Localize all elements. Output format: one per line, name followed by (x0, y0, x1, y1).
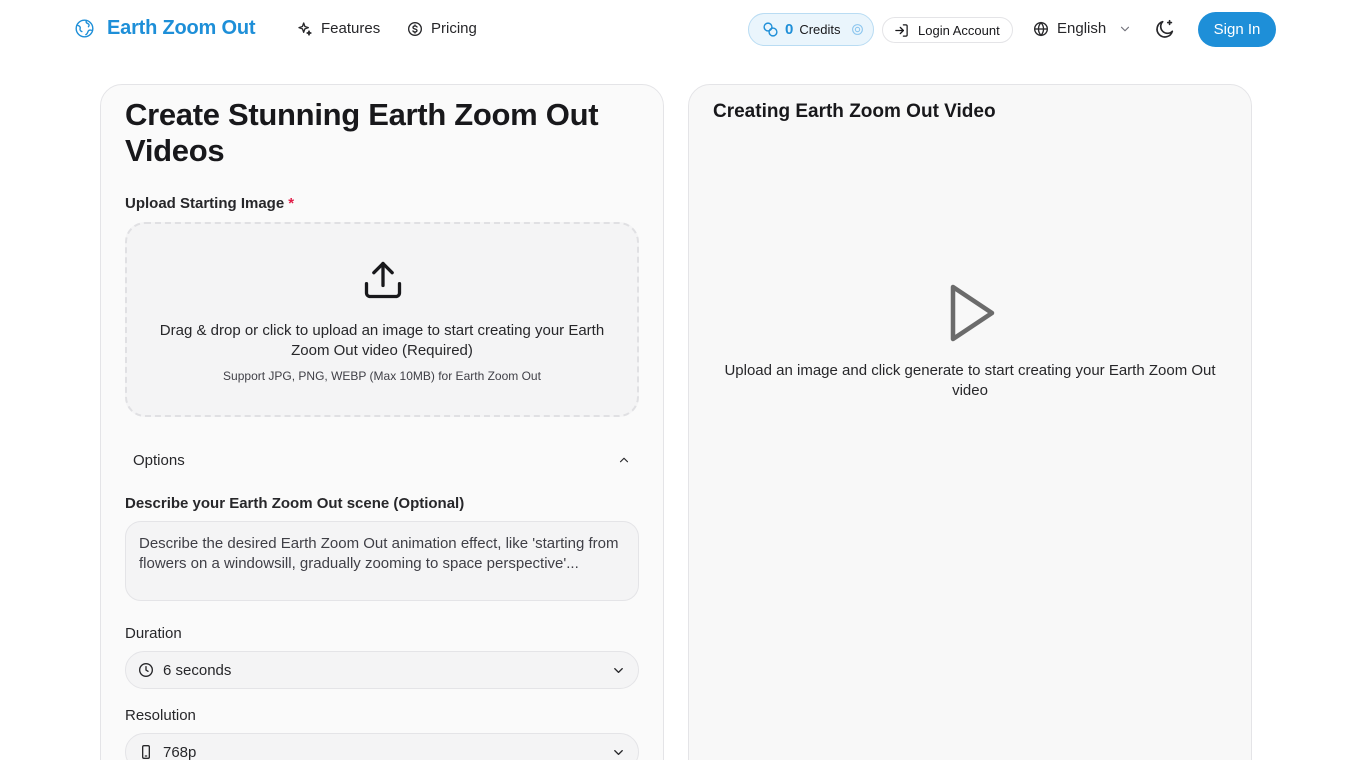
nav-features-label: Features (321, 20, 381, 37)
resolution-label: Resolution (125, 707, 196, 724)
login-account-button[interactable]: Login Account (882, 17, 1013, 43)
chevron-up-icon (619, 457, 629, 463)
resolution-value: 768p (163, 743, 197, 760)
login-icon (895, 23, 908, 37)
chevron-down-icon (1121, 26, 1130, 31)
language-label: English (1057, 20, 1107, 37)
language-selector[interactable]: English (1033, 20, 1132, 37)
create-panel: Create Stunning Earth Zoom Out Videos Up… (100, 84, 664, 760)
nav-pricing-link[interactable]: Pricing (407, 20, 477, 37)
resolution-select[interactable]: 768p (125, 733, 639, 760)
theme-toggle-button[interactable] (1154, 18, 1176, 40)
globe-icon (1034, 21, 1048, 36)
brand-link[interactable]: Earth Zoom Out (74, 17, 256, 40)
globe-logo-icon (75, 19, 94, 38)
scene-description-input[interactable] (125, 521, 639, 601)
upload-icon (364, 261, 402, 299)
scene-label: Describe your Earth Zoom Out scene (Opti… (125, 495, 465, 512)
duration-label: Duration (125, 625, 182, 642)
coin-small-icon (851, 24, 863, 35)
preview-title: Creating Earth Zoom Out Video (713, 101, 996, 122)
clock-icon (139, 663, 153, 677)
chevron-down-icon (614, 667, 623, 673)
image-dropzone[interactable]: Drag & drop or click to upload an image … (125, 222, 639, 417)
top-header: Earth Zoom Out Features Pricing 0 Credit… (0, 0, 1352, 60)
required-mark: * (288, 195, 295, 212)
preview-placeholder-text: Upload an image and click generate to st… (724, 362, 1216, 399)
upload-label: Upload Starting Image * (125, 195, 294, 212)
login-account-label: Login Account (918, 22, 1000, 38)
chevron-down-icon (614, 749, 623, 755)
credits-badge[interactable]: 0 Credits (748, 13, 874, 46)
preview-panel: Creating Earth Zoom Out Video Upload an … (688, 84, 1252, 760)
sparkles-icon (298, 21, 312, 36)
credits-label: Credits (799, 22, 841, 37)
upload-label-text: Upload Starting Image (125, 195, 285, 212)
dropzone-format-hint: Support JPG, PNG, WEBP (Max 10MB) for Ea… (223, 369, 541, 383)
coins-icon (763, 22, 778, 37)
duration-select[interactable]: 6 seconds (125, 651, 639, 689)
brand-name: Earth Zoom Out (107, 17, 256, 39)
page-title: Create Stunning Earth Zoom Out Videos (125, 97, 599, 168)
duration-value: 6 seconds (163, 661, 232, 679)
dropzone-instructions: Drag & drop or click to upload an image … (159, 322, 605, 359)
sign-in-button[interactable]: Sign In (1198, 12, 1276, 47)
options-toggle[interactable]: Options (125, 445, 639, 475)
play-icon (950, 284, 995, 342)
nav-features-link[interactable]: Features (297, 20, 380, 37)
moon-icon (1156, 19, 1174, 38)
options-label: Options (133, 451, 185, 469)
nav-pricing-label: Pricing (431, 20, 477, 37)
coin-icon (408, 21, 422, 36)
smartphone-icon (142, 745, 150, 759)
credits-count: 0 (785, 21, 794, 38)
